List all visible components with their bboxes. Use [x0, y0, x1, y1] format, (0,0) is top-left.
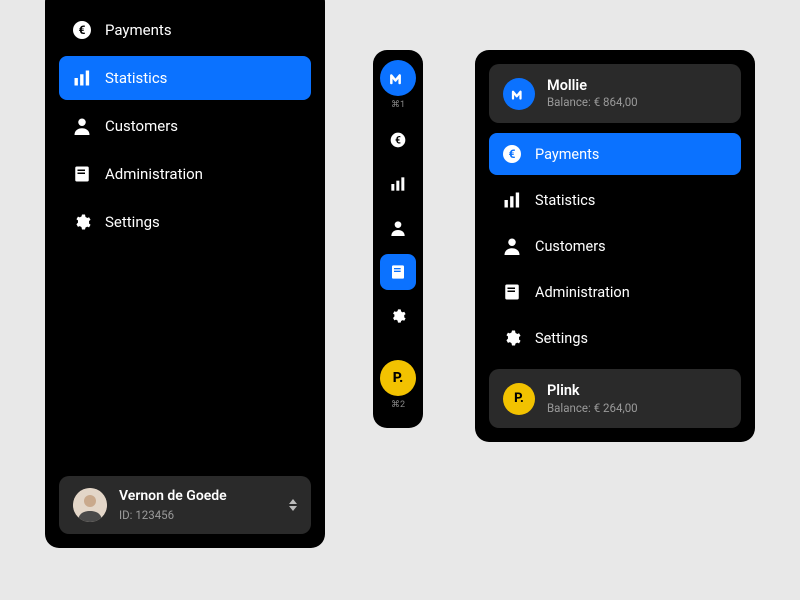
account-balance: Balance: € 264,00 [547, 402, 638, 416]
gear-icon [73, 213, 91, 231]
mini-nav-settings[interactable] [380, 298, 416, 334]
account-name: Plink [547, 382, 638, 399]
nav-label: Statistics [535, 192, 595, 209]
updown-icon [289, 499, 297, 511]
nav-item-administration[interactable]: Administration [489, 271, 741, 313]
nav-label: Customers [105, 117, 178, 135]
spacer [59, 244, 311, 476]
nav-label: Administration [535, 284, 630, 301]
shortcut-label: ⌘1 [391, 100, 405, 110]
user-id: ID: 123456 [119, 508, 277, 522]
nav-item-statistics[interactable]: Statistics [59, 56, 311, 100]
sidebar-expanded: € Payments Statistics Customers Administ… [45, 0, 325, 548]
euro-icon: € [73, 21, 91, 39]
nav-item-payments[interactable]: € Payments [59, 8, 311, 52]
mini-nav-customers[interactable] [380, 210, 416, 246]
mollie-logo-icon [503, 78, 535, 110]
nav-item-settings[interactable]: Settings [489, 317, 741, 359]
account-info: Plink Balance: € 264,00 [547, 382, 638, 415]
nav-label: Administration [105, 165, 203, 183]
euro-icon: € [503, 145, 521, 163]
person-icon [73, 117, 91, 135]
plink-logo-icon: P. [503, 383, 535, 415]
workspace-mollie[interactable] [380, 60, 416, 96]
document-icon [503, 283, 521, 301]
sidebar-collapsed: ⌘1 € P. ⌘2 [373, 50, 423, 428]
svg-text:€: € [509, 147, 516, 161]
nav-label: Payments [105, 21, 172, 39]
nav-label: Payments [535, 146, 599, 163]
bar-chart-icon [73, 69, 91, 87]
account-balance: Balance: € 864,00 [547, 96, 638, 110]
shortcut-label: ⌘2 [391, 400, 405, 410]
svg-text:€: € [79, 23, 86, 37]
nav-label: Settings [105, 213, 160, 231]
nav-item-customers[interactable]: Customers [59, 104, 311, 148]
document-icon [73, 165, 91, 183]
nav-list: € Payments Statistics Customers Administ… [489, 133, 741, 359]
nav-item-administration[interactable]: Administration [59, 152, 311, 196]
mini-nav-payments[interactable]: € [380, 122, 416, 158]
workspace-plink[interactable]: P. [380, 360, 416, 396]
nav-item-customers[interactable]: Customers [489, 225, 741, 267]
sidebar-accounts: Mollie Balance: € 864,00 € Payments Stat… [475, 50, 755, 442]
account-name: Mollie [547, 77, 638, 94]
gear-icon [503, 329, 521, 347]
mini-nav-statistics[interactable] [380, 166, 416, 202]
nav-item-statistics[interactable]: Statistics [489, 179, 741, 221]
user-info: Vernon de Goede ID: 123456 [119, 488, 277, 522]
account-info: Mollie Balance: € 864,00 [547, 77, 638, 110]
nav-label: Statistics [105, 69, 167, 87]
bar-chart-icon [503, 191, 521, 209]
nav-item-payments[interactable]: € Payments [489, 133, 741, 175]
nav-list: € Payments Statistics Customers Administ… [59, 8, 311, 244]
svg-text:€: € [395, 135, 401, 146]
account-card-plink[interactable]: P. Plink Balance: € 264,00 [489, 369, 741, 428]
person-icon [503, 237, 521, 255]
nav-label: Settings [535, 330, 588, 347]
account-card-mollie[interactable]: Mollie Balance: € 864,00 [489, 64, 741, 123]
avatar [73, 488, 107, 522]
mini-nav-administration[interactable] [380, 254, 416, 290]
nav-label: Customers [535, 238, 606, 255]
nav-item-settings[interactable]: Settings [59, 200, 311, 244]
user-switcher[interactable]: Vernon de Goede ID: 123456 [59, 476, 311, 534]
user-name: Vernon de Goede [119, 488, 277, 506]
